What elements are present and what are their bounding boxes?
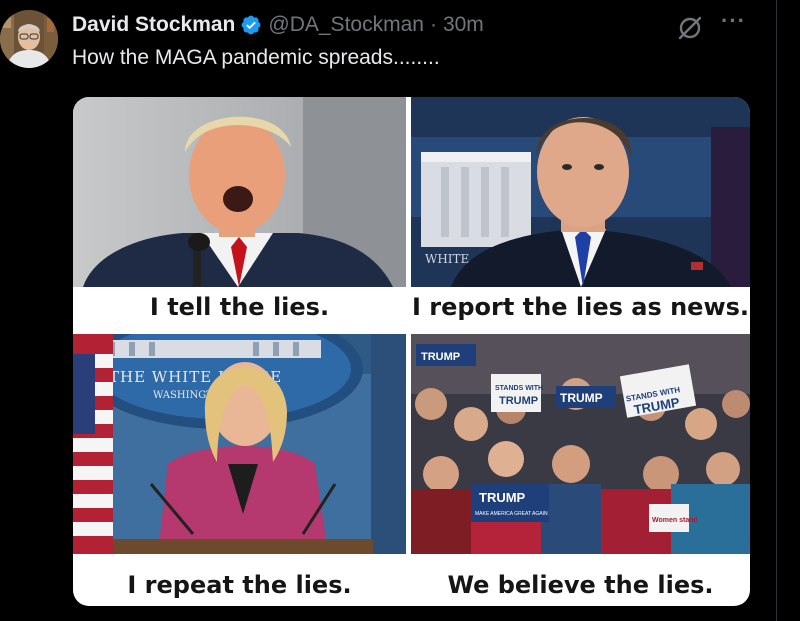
caption-4: We believe the lies. [447, 571, 714, 599]
sign-trump-top: TRUMP [560, 391, 603, 405]
panel-press-briefing: THE WHITE HOUSE WASHINGTON [73, 334, 406, 554]
verified-badge-icon [241, 15, 261, 35]
sign-women-stand: Women stand [652, 517, 698, 524]
avatar[interactable] [0, 10, 58, 68]
sign-make-america: MAKE AMERICA GREAT AGAIN [475, 511, 548, 517]
backdrop-text: WHITE [425, 252, 469, 266]
caption-2: I report the lies as news. [411, 293, 750, 321]
caption-1: I tell the lies. [149, 293, 330, 321]
handle[interactable]: @DA_Stockman [268, 13, 424, 37]
timestamp[interactable]: 30m [443, 13, 484, 37]
panel-speaker [73, 97, 406, 287]
more-options-icon[interactable]: ··· [721, 8, 746, 34]
caption-3: I repeat the lies. [127, 571, 352, 599]
tweet-header: David Stockman @DA_Stockman · 30m [72, 10, 484, 40]
meme-image[interactable]: I tell the lies. WHITE I report the lies… [73, 97, 750, 606]
timeline-divider [776, 0, 777, 621]
tweet-text: How the MAGA pandemic spreads........ [72, 46, 440, 69]
meme-divider-vertical [406, 97, 411, 606]
sign-trump-left: TRUMP [421, 351, 460, 363]
display-name[interactable]: David Stockman [72, 13, 235, 37]
grok-icon[interactable] [676, 14, 704, 42]
sign-stands-with-left: STANDS WITH [495, 385, 543, 392]
panel-rally-crowd: TRUMP TRUMP STANDS WITH TRUMP STANDS WIT… [411, 334, 750, 554]
sign-trump-small: TRUMP [499, 395, 538, 407]
panel-news-anchor: WHITE [411, 97, 750, 287]
separator-dot: · [429, 13, 437, 36]
sign-trump-main: TRUMP [479, 490, 526, 505]
